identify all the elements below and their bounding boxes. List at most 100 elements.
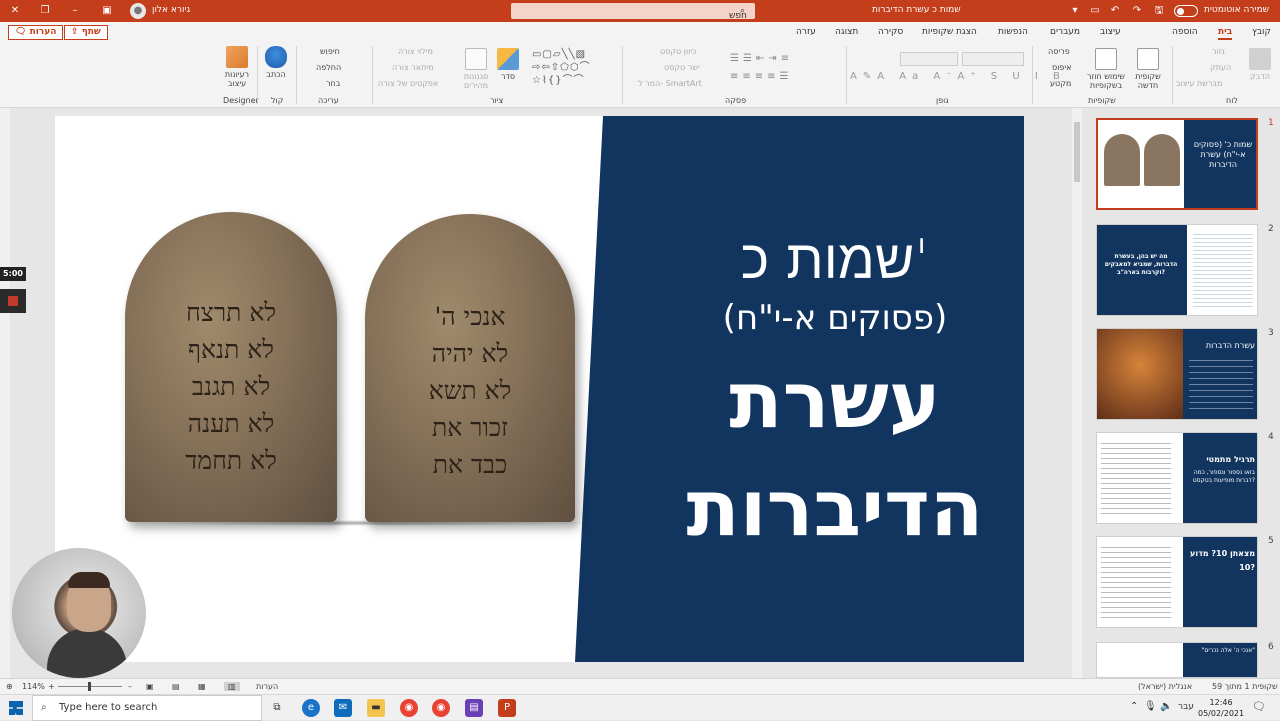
search-input[interactable]: חפש ⌕: [511, 3, 755, 21]
tab-insert[interactable]: הוספה: [1172, 27, 1198, 37]
slide-title-line2[interactable]: (פסוקים א-י"ח): [635, 298, 1024, 338]
font-size-dropdown[interactable]: [962, 52, 1024, 66]
reset-button[interactable]: איפוס: [1052, 63, 1072, 72]
powerpoint-icon[interactable]: P: [498, 699, 516, 717]
reuse-slides-label: שימוש חוזר בשקופיות: [1087, 72, 1125, 90]
design-ideas-button[interactable]: רעיונות עיצוב: [222, 46, 252, 88]
notes-button[interactable]: הערות: [256, 682, 278, 691]
shape-outline-button[interactable]: מיתאר צורה: [392, 63, 434, 72]
new-slide-button[interactable]: שקופית חדשה: [1130, 48, 1166, 90]
close-icon[interactable]: ✕: [8, 4, 22, 18]
comments-button[interactable]: 🗨 הערות: [8, 25, 64, 40]
undo-icon[interactable]: ↶: [1108, 4, 1122, 18]
zoom-out-icon[interactable]: +: [48, 682, 55, 691]
shape-fill-button[interactable]: מילוי צורה: [398, 47, 433, 56]
title-bar: ✕ ❐ – ▣ ● גיורא אלון חפש ⌕ שמות כ עשרת ה…: [0, 0, 1280, 22]
replace-button[interactable]: החלפה: [316, 63, 341, 72]
text-direction-button[interactable]: כיוון טקסט: [660, 47, 696, 56]
present-icon[interactable]: ▭: [1088, 4, 1102, 18]
slideshow-view-icon[interactable]: ▣: [146, 682, 154, 691]
zoom-level[interactable]: 114%: [22, 682, 45, 691]
chevron-down-icon[interactable]: ▾: [1068, 4, 1082, 18]
normal-view-icon[interactable]: ▥: [224, 682, 240, 691]
tab-design[interactable]: עיצוב: [1100, 27, 1121, 37]
zoom-slider-thumb[interactable]: [88, 682, 91, 691]
user-name[interactable]: גיורא אלון: [152, 5, 190, 15]
save-icon[interactable]: 🖫: [1152, 4, 1166, 18]
select-button[interactable]: בחר: [326, 79, 340, 88]
slide-sorter-icon[interactable]: ▦: [198, 682, 206, 691]
task-view-icon[interactable]: ⧉: [268, 699, 286, 717]
tab-view[interactable]: תצוגה: [835, 27, 858, 37]
cut-button[interactable]: גזור: [1212, 47, 1225, 56]
left-scrollbar[interactable]: [0, 108, 10, 678]
slide-thumbnail-6[interactable]: "אנכי ה' אלה נכרים": [1096, 642, 1258, 678]
font-name-dropdown[interactable]: [900, 52, 958, 66]
minimize-icon[interactable]: –: [68, 4, 82, 18]
slide-thumbnail-5[interactable]: מצאתן 10? מדוע 10?: [1096, 536, 1258, 628]
slide-thumbnail-4[interactable]: תרגיל מתמטי בואו נספור ונספור, כמה דברות…: [1096, 432, 1258, 524]
fit-slide-icon[interactable]: ⊕: [6, 682, 13, 691]
slide-thumbnail-3[interactable]: עשרת הדברות: [1096, 328, 1258, 420]
language-indicator[interactable]: אנגלית (ישראל): [1138, 682, 1192, 691]
format-painter-button[interactable]: מברשת עיצוב: [1176, 79, 1222, 88]
tab-slideshow[interactable]: הצגת שקופיות: [922, 27, 977, 37]
zoom-in-icon[interactable]: –: [128, 682, 132, 691]
slide-thumbnail-2[interactable]: מה יש בהן, בעשרת הדברות, שמביא למאבקים ו…: [1096, 224, 1258, 316]
quick-styles-button[interactable]: סגנונות מהירים: [458, 48, 494, 90]
tab-animations[interactable]: הנפשות: [998, 27, 1028, 37]
tab-review[interactable]: סקירה: [878, 27, 903, 37]
chrome-icon[interactable]: ◉: [400, 699, 418, 717]
app-icon[interactable]: ▤: [465, 699, 483, 717]
slide-title-line1[interactable]: שמות כ': [635, 228, 1024, 291]
slide-title-line4[interactable]: הדיברות: [635, 464, 1024, 554]
dictate-button[interactable]: הכתב: [262, 46, 290, 79]
scrollbar-thumb[interactable]: [1074, 122, 1080, 182]
font-controls[interactable]: A✎A Aa A⁻A⁺ S U I B: [850, 71, 1060, 89]
microphone-tray-icon[interactable]: 🎙: [1144, 701, 1157, 712]
edge-icon[interactable]: e: [302, 699, 320, 717]
tab-file[interactable]: קובץ: [1252, 27, 1271, 37]
user-avatar[interactable]: ●: [130, 3, 146, 19]
taskbar-search-input[interactable]: ⌕ Type here to search: [32, 695, 262, 721]
ribbon-display-icon[interactable]: ▣: [100, 4, 114, 18]
tab-help[interactable]: עזרה: [796, 27, 816, 37]
find-button[interactable]: חיפוש: [320, 47, 340, 56]
reading-view-icon[interactable]: ▤: [172, 682, 180, 691]
arrange-button[interactable]: סדר: [496, 48, 520, 81]
tab-transitions[interactable]: מעברים: [1050, 27, 1080, 37]
mail-icon[interactable]: ✉: [334, 699, 352, 717]
slide-canvas[interactable]: שמות כ' (פסוקים א-י"ח) עשרת הדיברות לא ת…: [55, 116, 1024, 662]
windows-start-icon[interactable]: [9, 701, 23, 715]
autosave-toggle[interactable]: [1174, 5, 1198, 17]
smartart-button[interactable]: המר ל- SmartArt: [638, 79, 702, 88]
record-stop-button[interactable]: [0, 289, 26, 313]
volume-icon[interactable]: 🔈: [1160, 701, 1172, 712]
shape-effects-button[interactable]: אפקטים של צורה: [378, 79, 438, 88]
slide-title-line3[interactable]: עשרת: [635, 356, 1024, 446]
status-bar: ⊕ 114% + – ▣ ▤ ▦ ▥ הערות אנגלית (ישראל) …: [0, 678, 1280, 694]
tray-chevron-icon[interactable]: ⌃: [1130, 701, 1138, 712]
redo-icon[interactable]: ↷: [1130, 4, 1144, 18]
section-button[interactable]: מקטע: [1050, 79, 1071, 88]
restore-icon[interactable]: ❐: [38, 4, 52, 18]
slide-thumbnail-1[interactable]: שמות כ' (פסוקים א-י"ח) עשרת הדיברות: [1096, 118, 1258, 210]
slide-scrollbar[interactable]: [1072, 108, 1082, 678]
system-clock[interactable]: 12:46 05/02/2021: [1198, 697, 1244, 719]
tab-home[interactable]: בית: [1218, 27, 1233, 40]
layout-button[interactable]: פריסה: [1048, 47, 1070, 56]
align-text-button[interactable]: ישר טקסט: [664, 63, 700, 72]
chrome-profile-icon[interactable]: ◉: [432, 699, 450, 717]
notifications-icon[interactable]: 🗨: [1252, 700, 1266, 713]
tablet-left-image[interactable]: לא תרצח לא תנאף לא תגנב לא תענה לא תחמד: [125, 212, 337, 522]
copy-button[interactable]: העתק: [1210, 63, 1231, 72]
share-button[interactable]: ⇪ שתף: [64, 25, 108, 40]
tablet-right-image[interactable]: אנכי ה' לא יהיה לא תשא זכור את כבד את: [365, 214, 575, 522]
shapes-gallery[interactable]: ▭▢▱╲╲▧ ⇨⇦⇧⬠⬡⌒ ☆⌇{}⌒⌒: [532, 48, 616, 88]
autosave-label: שמירה אוטומטית: [1204, 5, 1269, 15]
file-explorer-icon[interactable]: ▬: [367, 699, 385, 717]
paste-button[interactable]: הדבק: [1246, 48, 1274, 81]
input-language[interactable]: עבר: [1178, 702, 1194, 712]
reuse-slides-button[interactable]: שימוש חוזר בשקופיות: [1086, 48, 1126, 90]
paragraph-controls[interactable]: ☰☰⇤⇥≡ ≡≡≡≡☰: [730, 50, 836, 90]
